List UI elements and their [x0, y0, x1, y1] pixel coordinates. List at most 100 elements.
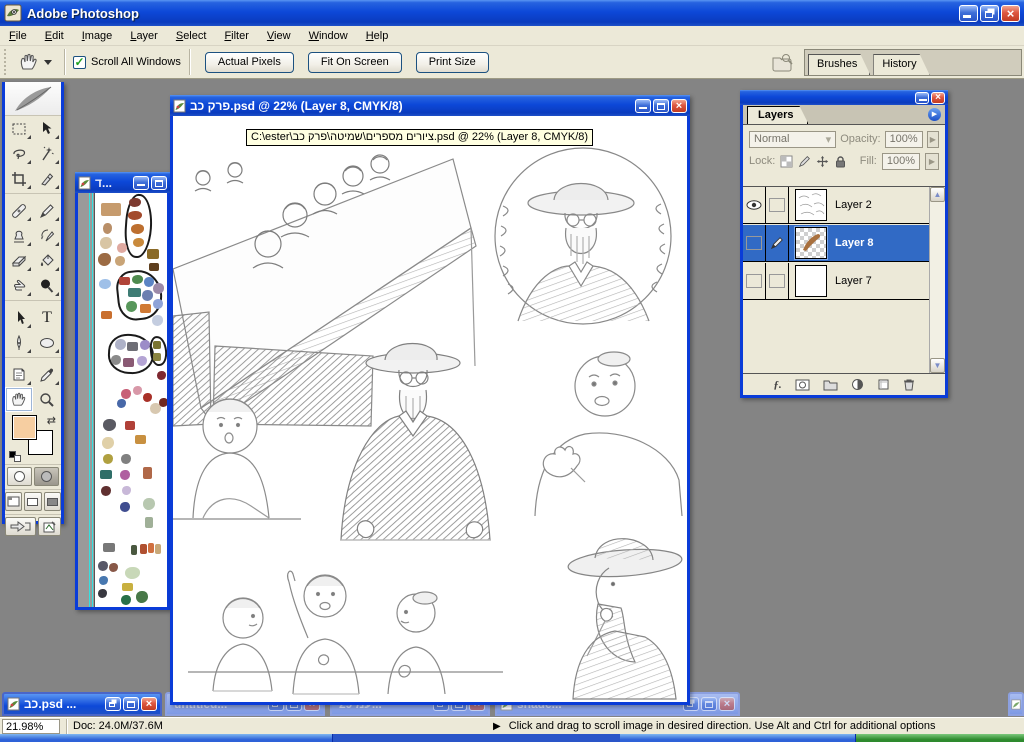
maximize-button[interactable]: [701, 697, 717, 711]
file-browser-button[interactable]: [770, 52, 796, 74]
menu-help[interactable]: Help: [357, 28, 398, 44]
hand-tool[interactable]: [5, 387, 33, 412]
rectangular-marquee-tool[interactable]: [5, 116, 33, 141]
doc-minimize-button[interactable]: [635, 98, 651, 113]
quick-mask-mode-button[interactable]: [34, 467, 59, 486]
scroll-all-windows-checkbox[interactable]: ✓ Scroll All Windows: [73, 55, 181, 69]
menu-edit[interactable]: Edit: [36, 28, 73, 44]
fill-field[interactable]: 100%: [881, 152, 920, 170]
tab-layers[interactable]: Layers: [747, 106, 808, 124]
app-minimize-button[interactable]: [959, 4, 978, 22]
new-layer-button[interactable]: [877, 378, 890, 391]
app-restore-button[interactable]: [980, 4, 999, 22]
blend-mode-select[interactable]: Normal ▾: [749, 130, 837, 148]
doc-maximize-button[interactable]: [653, 98, 669, 113]
swap-colors-icon[interactable]: ⇄: [47, 414, 56, 427]
smudge-tool[interactable]: [5, 273, 33, 298]
pen-tool[interactable]: [5, 330, 33, 355]
doc-close-button[interactable]: ×: [671, 98, 687, 113]
link-toggle[interactable]: [766, 262, 789, 300]
layers-scrollbar[interactable]: ▲ ▼: [929, 187, 945, 373]
toolbox-header[interactable]: [5, 82, 61, 116]
scroll-down-button[interactable]: ▼: [930, 358, 945, 373]
restore-button[interactable]: [105, 697, 121, 711]
paint-bucket-tool[interactable]: [33, 248, 61, 273]
default-colors-icon[interactable]: [9, 451, 21, 462]
new-group-button[interactable]: [823, 379, 838, 391]
standard-screen-button[interactable]: [5, 492, 23, 511]
fit-on-screen-button[interactable]: Fit On Screen: [307, 51, 402, 73]
document-window[interactable]: פרק כב.psd @ 22% (Layer 8, CMYK/8) × C:\…: [170, 95, 690, 705]
layer-thumbnail[interactable]: [795, 265, 827, 297]
menu-layer[interactable]: Layer: [121, 28, 167, 44]
layer-row-layer8[interactable]: Layer 8: [743, 224, 929, 262]
type-tool[interactable]: T: [33, 305, 61, 330]
close-button[interactable]: ×: [719, 697, 735, 711]
paint-indicator[interactable]: [766, 224, 789, 262]
menu-image[interactable]: Image: [73, 28, 122, 44]
layer-style-button[interactable]: ƒ.: [773, 379, 781, 391]
palette-menu-button[interactable]: ▶: [928, 108, 941, 121]
layers-close-button[interactable]: ×: [931, 91, 945, 104]
zoom-tool[interactable]: [33, 387, 61, 412]
active-tool-dropdown[interactable]: [14, 52, 56, 72]
maximize-button[interactable]: [123, 697, 139, 711]
print-size-button[interactable]: Print Size: [415, 51, 489, 73]
link-toggle[interactable]: [766, 186, 789, 224]
menu-file[interactable]: File: [0, 28, 36, 44]
document-canvas[interactable]: C:\ester\ציורים מספרים\שמיטה\פרק כב.psd …: [173, 116, 687, 702]
layers-minimize-button[interactable]: [915, 91, 929, 104]
brush-tool[interactable]: [33, 198, 61, 223]
notes-tool[interactable]: [5, 362, 33, 387]
tab-history[interactable]: History: [873, 54, 929, 75]
menu-filter[interactable]: Filter: [215, 28, 257, 44]
opacity-field[interactable]: 100%: [884, 130, 923, 148]
jump-to-imageready-button[interactable]: [5, 517, 37, 536]
history-brush-tool[interactable]: [33, 223, 61, 248]
slice-tool[interactable]: [33, 166, 61, 191]
imageready-icon-button[interactable]: [38, 517, 61, 536]
swatch-document-window[interactable]: ד...: [75, 172, 170, 610]
swatch-doc-titlebar[interactable]: ד...: [75, 172, 170, 193]
eraser-tool[interactable]: [5, 248, 33, 273]
healing-brush-tool[interactable]: [5, 198, 33, 223]
swatch-doc-minimize-button[interactable]: [133, 175, 149, 190]
fullscreen-button[interactable]: [43, 492, 61, 511]
lock-position-icon[interactable]: [816, 155, 829, 168]
close-button[interactable]: ×: [141, 697, 157, 711]
swatch-doc-maximize-button[interactable]: [151, 175, 167, 190]
standard-mode-button[interactable]: [7, 467, 32, 486]
zoom-level-field[interactable]: 21.98%: [2, 718, 60, 734]
menu-view[interactable]: View: [258, 28, 300, 44]
visibility-toggle[interactable]: [743, 186, 766, 224]
lock-transparency-icon[interactable]: [780, 155, 793, 168]
layers-palette[interactable]: × Layers ▶ Normal ▾ Opacity: 100% ▶ Lock:…: [740, 90, 948, 398]
taskbar-doc-partial[interactable]: [1008, 692, 1024, 716]
layer-thumbnail[interactable]: [795, 189, 827, 221]
windows-taskbar-sliver[interactable]: [0, 734, 1024, 742]
layer-thumbnail[interactable]: [794, 226, 828, 260]
lasso-tool[interactable]: [5, 141, 33, 166]
opacity-arrow[interactable]: ▶: [926, 130, 939, 148]
taskbar-segment[interactable]: [620, 734, 856, 742]
tab-brushes[interactable]: Brushes: [808, 54, 870, 75]
clone-stamp-tool[interactable]: [5, 223, 33, 248]
move-tool[interactable]: [33, 116, 61, 141]
layer-row-layer7[interactable]: Layer 7: [743, 262, 929, 300]
dodge-tool[interactable]: [33, 273, 61, 298]
lock-pixels-icon[interactable]: [798, 155, 811, 168]
taskbar-segment-green[interactable]: [856, 734, 1024, 742]
visibility-toggle[interactable]: [743, 262, 766, 300]
scroll-up-button[interactable]: ▲: [930, 187, 945, 202]
status-menu-arrow-icon[interactable]: ▶: [493, 721, 501, 732]
actual-pixels-button[interactable]: Actual Pixels: [204, 51, 294, 73]
adjustment-layer-button[interactable]: [851, 378, 864, 391]
foreground-color-swatch[interactable]: [12, 415, 37, 440]
options-bar-grip[interactable]: [4, 49, 10, 75]
crop-tool[interactable]: [5, 166, 33, 191]
path-selection-tool[interactable]: [5, 305, 33, 330]
app-close-button[interactable]: ×: [1001, 4, 1020, 22]
add-mask-button[interactable]: [795, 379, 810, 391]
layers-palette-titlebar[interactable]: ×: [740, 90, 948, 105]
fill-arrow[interactable]: ▶: [925, 152, 939, 170]
